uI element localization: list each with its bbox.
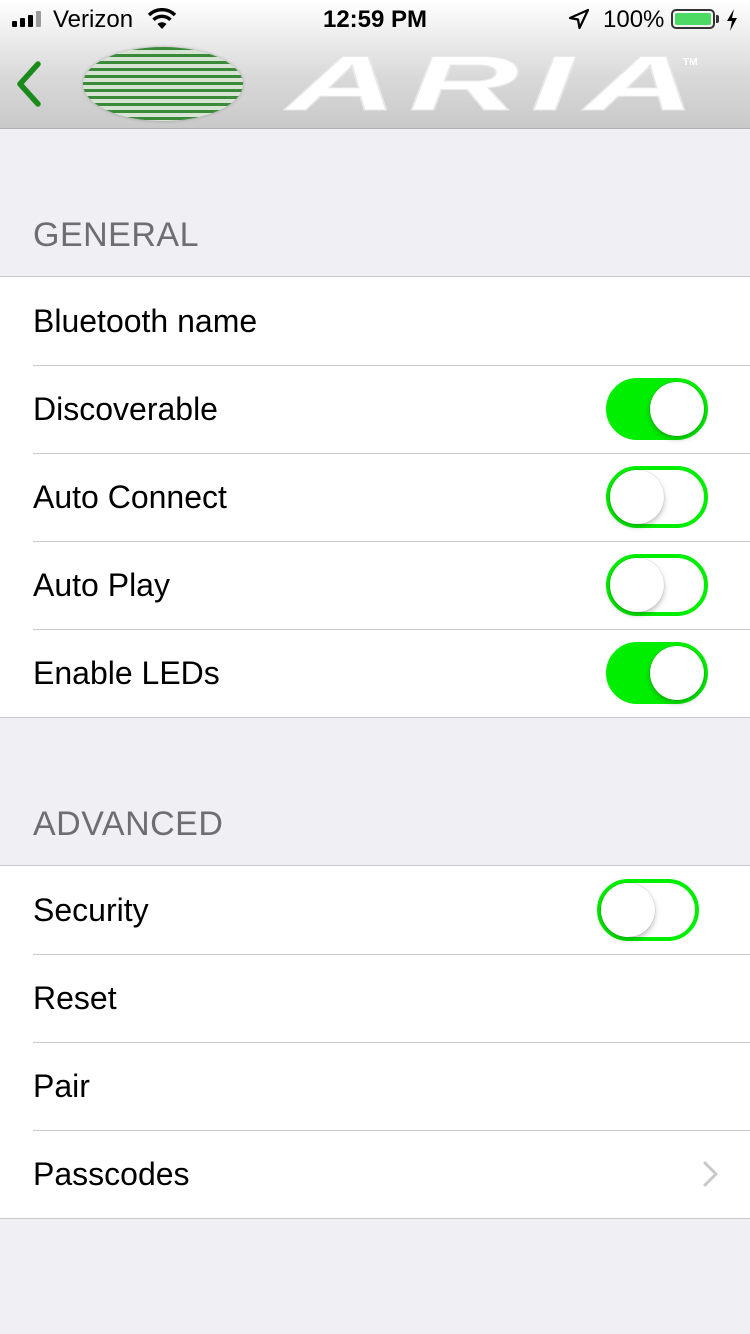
row-label: Auto Connect (33, 479, 227, 515)
brand-logo-mark (83, 47, 243, 121)
row-label: Bluetooth name (33, 303, 258, 339)
battery-level-fill (675, 13, 711, 25)
general-settings-group: Bluetooth name Discoverable Auto Connect… (0, 276, 750, 718)
discoverable-toggle[interactable] (606, 378, 708, 440)
row-label: Passcodes (33, 1156, 190, 1192)
row-label: Enable LEDs (33, 655, 220, 691)
location-arrow-icon (568, 8, 590, 30)
status-bar: Verizon 12:59 PM 100% (0, 0, 750, 40)
row-reset[interactable]: Reset (0, 954, 750, 1042)
battery-tip (716, 15, 719, 23)
security-toggle[interactable] (597, 879, 699, 941)
row-passcodes[interactable]: Passcodes (0, 1130, 750, 1218)
row-enable-leds: Enable LEDs (0, 629, 750, 717)
toggle-knob (650, 382, 704, 436)
section-header-general: GENERAL (33, 216, 199, 254)
row-auto-connect: Auto Connect (0, 453, 750, 541)
row-bluetooth-name[interactable]: Bluetooth name (0, 277, 750, 365)
row-label: Security (33, 892, 149, 928)
row-label: Pair (33, 1068, 90, 1104)
chevron-left-icon (17, 61, 41, 107)
trademark-mark: TM (683, 57, 698, 68)
row-pair[interactable]: Pair (0, 1042, 750, 1130)
toggle-knob (650, 646, 704, 700)
toggle-knob (610, 558, 664, 612)
row-label: Auto Play (33, 567, 170, 603)
charging-bolt-icon (727, 9, 737, 31)
row-label: Discoverable (33, 391, 218, 427)
logo-text: ARIA (283, 44, 707, 120)
brand-logo-wordmark: ARIA (283, 44, 707, 120)
battery-percentage: 100% (603, 6, 665, 33)
toggle-knob (601, 883, 655, 937)
navigation-bar: Verizon 12:59 PM 100% ARIA TM (0, 0, 750, 129)
enable-leds-toggle[interactable] (606, 642, 708, 704)
back-button[interactable] (10, 58, 60, 110)
section-header-advanced: ADVANCED (33, 805, 224, 843)
toggle-knob (610, 470, 664, 524)
row-discoverable: Discoverable (0, 365, 750, 453)
row-auto-play: Auto Play (0, 541, 750, 629)
row-label: Reset (33, 980, 117, 1016)
row-security: Security (0, 866, 750, 954)
advanced-settings-group: Security Reset Pair Passcodes (0, 865, 750, 1219)
battery-icon (671, 9, 715, 29)
auto-play-toggle[interactable] (606, 554, 708, 616)
chevron-right-icon (703, 1161, 718, 1187)
auto-connect-toggle[interactable] (606, 466, 708, 528)
